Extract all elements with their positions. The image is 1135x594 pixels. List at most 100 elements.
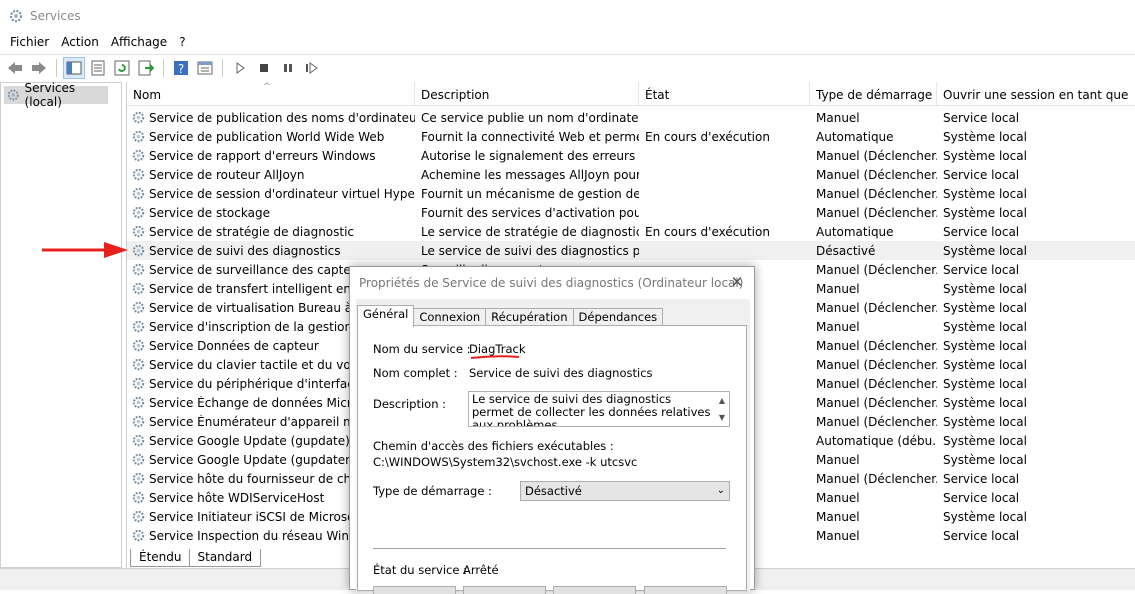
column-header-label: Nom: [133, 88, 162, 102]
service-status-label: État du service :: [373, 563, 467, 577]
startup-type-label: Type de démarrage :: [373, 484, 492, 498]
service-name-text: Service de rapport d'erreurs Windows: [149, 148, 376, 163]
service-name-cell: Service de publication World Wide Web: [127, 129, 415, 144]
back-icon[interactable]: [4, 57, 26, 79]
service-logon-cell: Système local: [943, 205, 1027, 220]
menu-action[interactable]: Action: [55, 35, 105, 49]
svg-text:?: ?: [178, 62, 184, 76]
close-icon[interactable]: ✕: [728, 273, 746, 291]
service-name-text: Service de stockage: [149, 205, 270, 220]
service-logon-cell: Système local: [943, 129, 1027, 144]
restart-icon[interactable]: [301, 57, 323, 79]
refresh-icon[interactable]: [111, 57, 133, 79]
startup-type-dropdown[interactable]: Désactivé ⌄: [520, 481, 730, 501]
properties-list-icon[interactable]: [87, 57, 109, 79]
pause-icon[interactable]: [277, 57, 299, 79]
window-title: Services: [30, 8, 81, 23]
table-row[interactable]: Service de rapport d'erreurs Windows Auto…: [127, 146, 1135, 165]
table-row[interactable]: Service de session d'ordinateur virtuel …: [127, 184, 1135, 203]
table-row[interactable]: Service de publication des noms d'ordina…: [127, 108, 1135, 127]
forward-icon[interactable]: [28, 57, 50, 79]
service-description-cell: Fournit un mécanisme de gestion des ...: [421, 186, 639, 201]
service-logon-cell: Système local: [943, 319, 1027, 334]
resume-button[interactable]: [644, 586, 727, 594]
dialog-tabs: Général Connexion Récupération Dépendanc…: [357, 305, 664, 327]
table-row[interactable]: Service de publication World Wide Web Fou…: [127, 127, 1135, 146]
service-gear-icon: [131, 471, 146, 486]
service-startup-cell: Manuel (Déclencher...: [816, 167, 937, 182]
service-name-cell: Service de routeur AllJoyn: [127, 167, 415, 182]
tree-node-services-local[interactable]: Services (local): [4, 81, 108, 109]
description-textbox[interactable]: Le service de suivi des diagnostics perm…: [468, 391, 730, 427]
console-tree-icon[interactable]: [63, 56, 85, 79]
column-header-description[interactable]: Description: [415, 82, 639, 106]
service-name-text: Service hôte WDIServiceHost: [149, 490, 325, 505]
service-name-text: Service Échange de données Microsoft: [149, 395, 382, 410]
table-row[interactable]: Service de stockage Fournit des services …: [127, 203, 1135, 222]
service-logon-cell: Système local: [943, 357, 1027, 372]
service-gear-icon: [131, 357, 146, 372]
toolbar-separator: [222, 58, 223, 77]
service-gear-icon: [131, 129, 146, 144]
play-icon[interactable]: [229, 57, 251, 79]
service-gear-icon: [131, 300, 146, 315]
pause-button[interactable]: [553, 586, 636, 594]
column-header-name[interactable]: Nom ^: [127, 82, 415, 106]
service-gear-icon: [131, 281, 146, 296]
service-startup-cell: Manuel: [816, 490, 860, 505]
service-gear-icon: [131, 167, 146, 182]
menu-fichier[interactable]: Fichier: [4, 35, 55, 49]
description-scrollbar[interactable]: ▲ ▼: [715, 392, 729, 426]
service-gear-icon: [131, 452, 146, 467]
export-icon[interactable]: [135, 57, 157, 79]
menu-help[interactable]: ?: [173, 35, 191, 49]
service-state-cell: En cours d'exécution: [645, 129, 770, 144]
service-logon-cell: Système local: [943, 281, 1027, 296]
description-label: Description :: [373, 397, 447, 411]
view-icon[interactable]: [194, 57, 216, 79]
service-name-cell: Service de session d'ordinateur virtuel …: [127, 186, 415, 201]
service-startup-cell: Automatique: [816, 224, 894, 239]
service-gear-icon: [131, 433, 146, 448]
tab-standard[interactable]: Standard: [188, 549, 262, 567]
service-logon-cell: Service local: [943, 224, 1020, 239]
column-header-state[interactable]: État: [639, 82, 810, 106]
tab-general[interactable]: Général: [357, 305, 415, 327]
service-name-cell: Service de stratégie de diagnostic: [127, 224, 415, 239]
toolbar-separator: [163, 58, 164, 77]
service-name-text: Service Google Update (gupdate): [149, 433, 350, 448]
service-startup-cell: Manuel: [816, 452, 860, 467]
service-logon-cell: Système local: [943, 186, 1027, 201]
column-header-startup-type[interactable]: Type de démarrage: [810, 82, 937, 106]
service-startup-cell: Manuel: [816, 281, 860, 296]
toolbar-separator: [56, 58, 57, 77]
scroll-down-icon[interactable]: ▼: [715, 409, 729, 426]
service-logon-cell: Service local: [943, 471, 1020, 486]
menu-affichage[interactable]: Affichage: [105, 35, 173, 49]
service-name-text: Service de session d'ordinateur virtuel …: [149, 186, 415, 201]
service-startup-cell: Manuel (Déclencher...: [816, 186, 937, 201]
service-name-cell: Service de rapport d'erreurs Windows: [127, 148, 415, 163]
general-tab-page: Nom du service : DiagTrack Nom complet :…: [357, 325, 747, 594]
red-arrow-annotation: [42, 242, 128, 258]
service-state-cell: En cours d'exécution: [645, 224, 770, 239]
help-icon[interactable]: ?: [170, 57, 192, 79]
service-gear-icon: [131, 224, 146, 239]
services-gear-icon: [7, 89, 19, 101]
service-logon-cell: Service local: [943, 110, 1020, 125]
table-row[interactable]: Service de stratégie de diagnostic Le ser…: [127, 222, 1135, 241]
table-row[interactable]: Service de routeur AllJoyn Achemine les m…: [127, 165, 1135, 184]
service-startup-cell: Manuel (Déclencher...: [816, 148, 937, 163]
description-text: Le service de suivi des diagnostics perm…: [472, 392, 711, 427]
table-row[interactable]: Service de suivi des diagnostics Le servi…: [127, 241, 1135, 260]
display-name-label: Nom complet :: [373, 366, 458, 380]
stop-icon[interactable]: [253, 57, 275, 79]
tab-extended[interactable]: Étendu: [130, 549, 191, 567]
column-header-logon-as[interactable]: Ouvrir une session en tant que: [937, 82, 1135, 106]
scroll-up-icon[interactable]: ▲: [715, 392, 729, 409]
service-gear-icon: [131, 186, 146, 201]
stop-button[interactable]: [463, 586, 546, 594]
service-logon-cell: Système local: [943, 376, 1027, 391]
service-name-text: Service de surveillance des capteurs: [149, 262, 370, 277]
start-button[interactable]: [373, 586, 456, 594]
